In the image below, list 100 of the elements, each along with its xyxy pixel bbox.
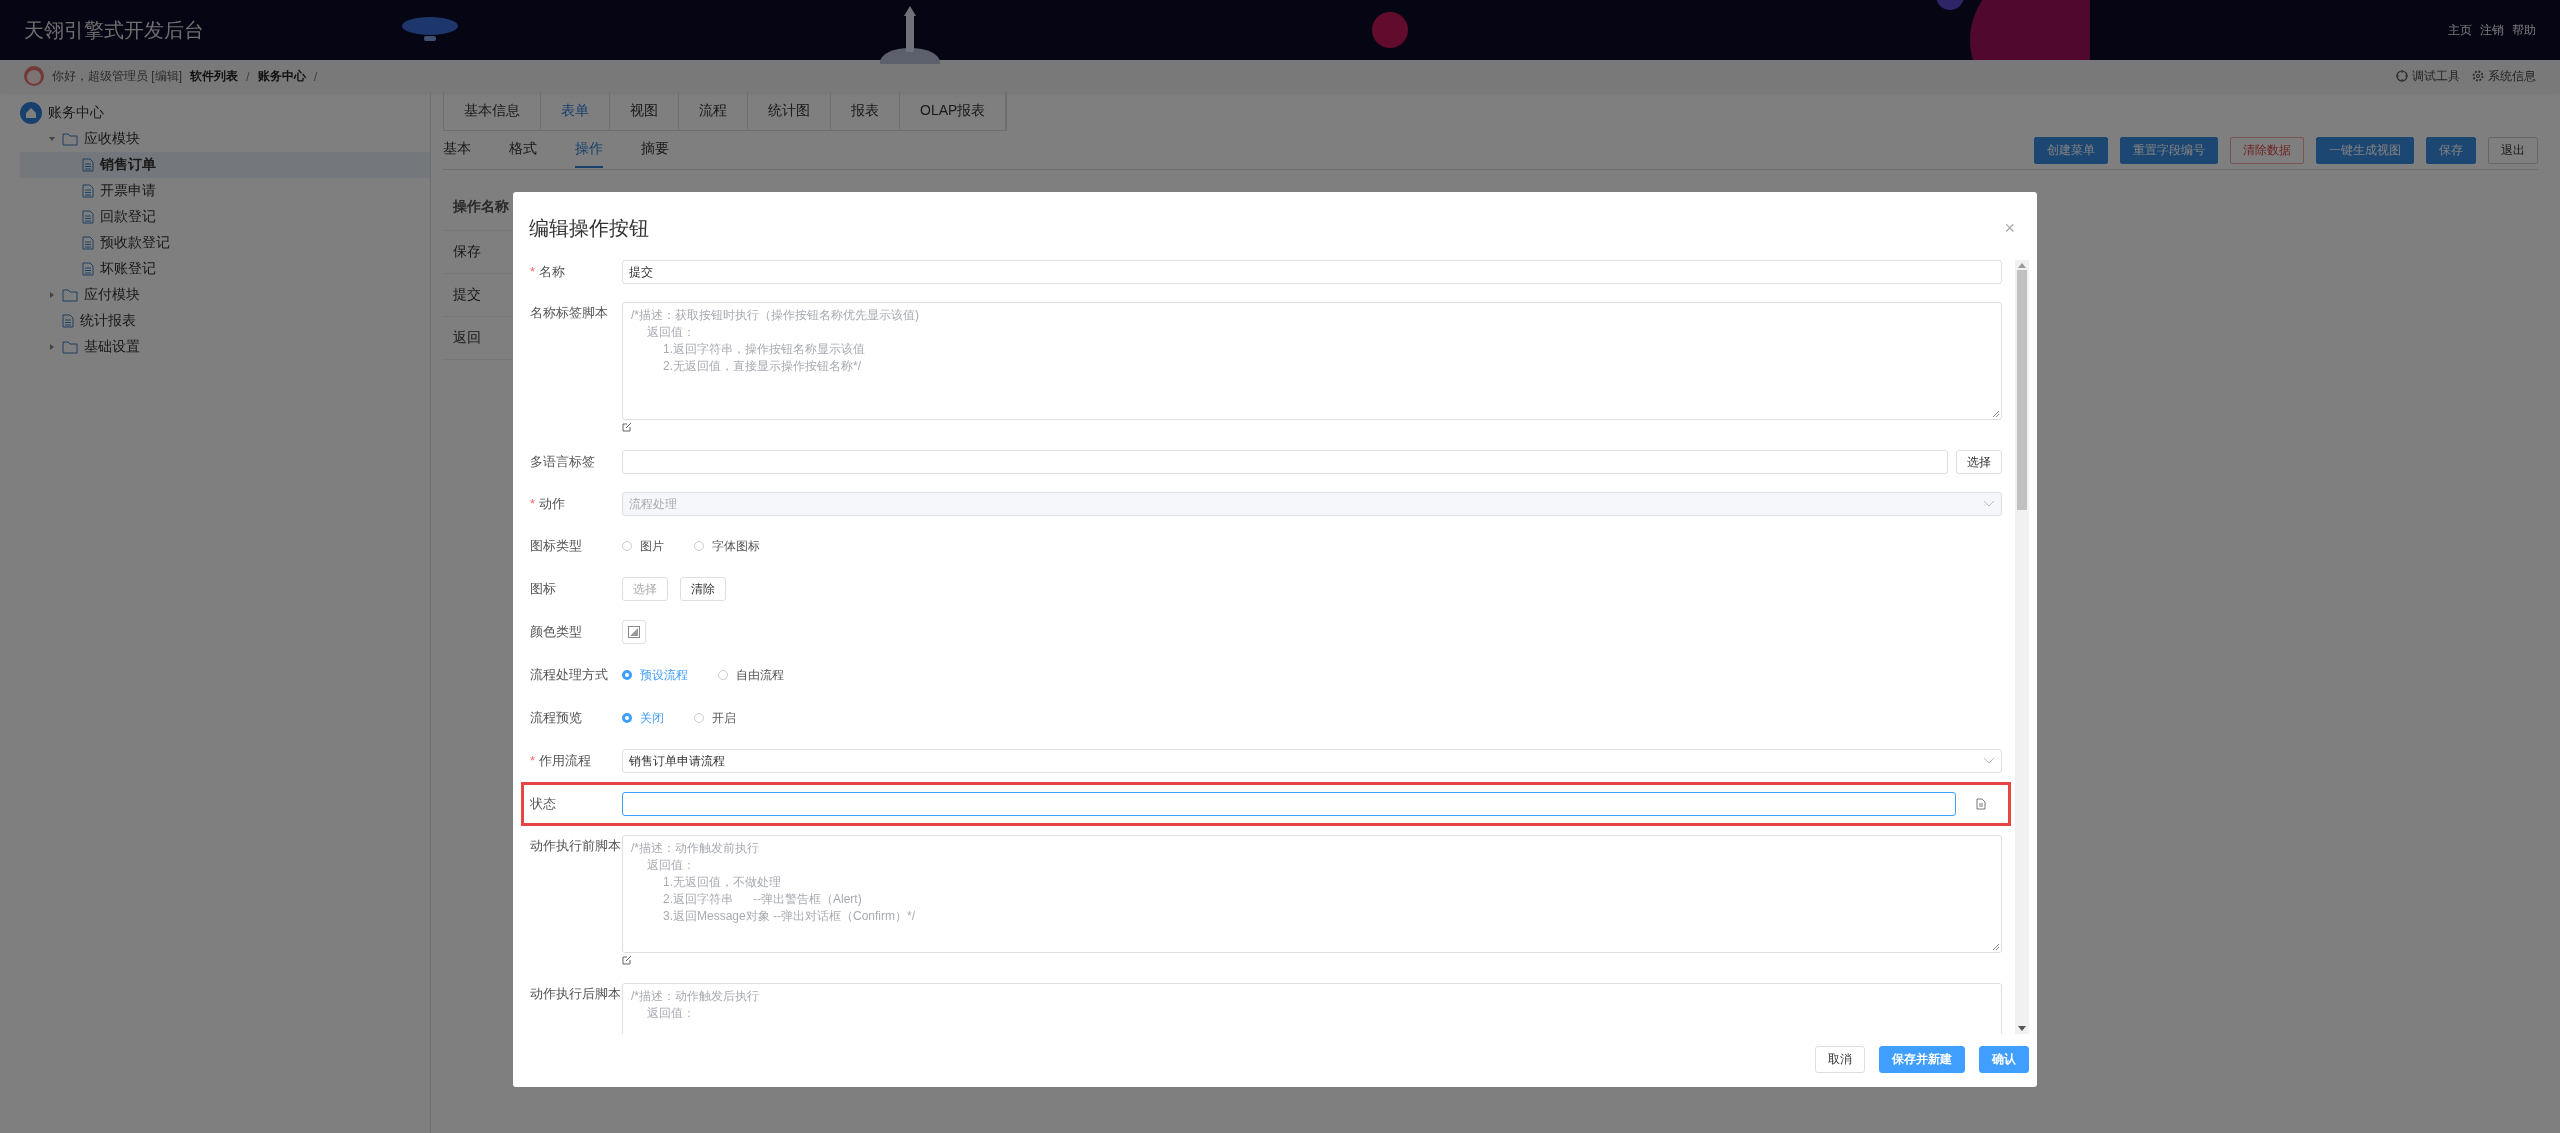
dialog-button[interactable]: 取消 xyxy=(1815,1046,1865,1073)
breadcrumb-separator: / xyxy=(246,68,250,84)
radio-option[interactable]: 自由流程 xyxy=(718,666,784,684)
tree-item[interactable]: 统计报表 xyxy=(20,308,430,334)
document-icon[interactable] xyxy=(1976,798,1986,810)
tree-item[interactable]: 预收款登记 xyxy=(20,230,430,256)
field-label: 动作执行后脚本 xyxy=(530,985,621,1003)
scroll-down-icon[interactable] xyxy=(2018,1026,2026,1032)
sub-tab[interactable]: 摘要 xyxy=(641,132,669,168)
lighthouse-drawing xyxy=(880,4,940,64)
placeholder-line: /*描述：获取按钮时执行（操作按钮名称优先显示该值) xyxy=(631,307,919,324)
field-label: 流程预览 xyxy=(530,709,582,727)
scrollbar[interactable] xyxy=(2015,260,2029,1034)
tree-item[interactable]: 开票申请 xyxy=(20,178,430,204)
scroll-thumb[interactable] xyxy=(2017,270,2027,510)
document-icon xyxy=(82,158,94,172)
tab[interactable]: 报表 xyxy=(831,92,900,130)
tree-item[interactable]: 销售订单 xyxy=(20,152,430,178)
field-label: 状态 xyxy=(530,795,556,813)
tab[interactable]: 统计图 xyxy=(748,92,831,130)
tab[interactable]: 基本信息 xyxy=(444,92,541,130)
select-field[interactable]: 销售订单申请流程 xyxy=(622,749,2002,773)
radio-option[interactable]: 开启 xyxy=(694,709,736,727)
placeholder-line: /*描述：动作触发后执行 xyxy=(631,988,759,1005)
dialog-button[interactable]: 确认 xyxy=(1979,1046,2029,1073)
sub-tab[interactable]: 格式 xyxy=(509,132,537,168)
caret-icon[interactable] xyxy=(48,291,56,299)
radio-option[interactable]: 图片 xyxy=(622,537,664,555)
script-field[interactable]: /*描述：动作触发前执行 返回值： 1.无返回值，不做处理 2.返回字符串 --弹出警告框（Alert) 3.返回Message对象 --弹出对话框（Confirm）*/ xyxy=(622,835,2002,953)
action-button[interactable]: 一键生成视图 xyxy=(2316,136,2414,164)
sub-tab[interactable]: 基本 xyxy=(443,132,471,168)
dialog-button[interactable]: 保存并新建 xyxy=(1879,1046,1965,1073)
header-link[interactable]: 注销 xyxy=(2480,21,2504,39)
placeholder-line: 1.无返回值，不做处理 xyxy=(663,874,781,891)
field-label: 多语言标签 xyxy=(530,453,595,471)
header-link[interactable]: 帮助 xyxy=(2512,21,2536,39)
edit-icon[interactable] xyxy=(622,422,632,432)
tab[interactable]: 视图 xyxy=(610,92,679,130)
action-button[interactable]: 退出 xyxy=(2488,136,2538,164)
tree-item[interactable]: 应付模块 xyxy=(20,282,430,308)
folder-icon xyxy=(62,288,78,302)
app-title: 天翎引擎式开发后台 xyxy=(24,17,204,43)
home-icon xyxy=(20,102,42,124)
action-button[interactable]: 保存 xyxy=(2426,136,2476,164)
header-link[interactable]: 主页 xyxy=(2448,21,2472,39)
tree-item[interactable]: 坏账登记 xyxy=(20,256,430,282)
tree-item[interactable]: 应收模块 xyxy=(20,126,430,152)
color-picker-button[interactable] xyxy=(622,620,646,644)
radio-option[interactable]: 关闭 xyxy=(622,709,664,727)
toolbar-link[interactable]: 调试工具 xyxy=(2396,67,2460,85)
breadcrumb-link[interactable]: 账务中心 xyxy=(257,67,306,85)
tab[interactable]: 表单 xyxy=(541,92,610,130)
input-field[interactable] xyxy=(622,792,1956,816)
toolbar-link[interactable]: 系统信息 xyxy=(2472,67,2536,85)
input-field[interactable]: 提交 xyxy=(622,260,2002,284)
greeting-text: 你好，超级管理员 [编辑] xyxy=(52,67,182,85)
resize-grip-icon[interactable] xyxy=(1993,944,1999,950)
settings-icon xyxy=(2472,70,2484,82)
scroll-up-icon[interactable] xyxy=(2018,262,2026,268)
script-field[interactable]: /*描述：获取按钮时执行（操作按钮名称优先显示该值) 返回值： 1.返回字符串，操作按钮名称显示该值 2.无返回值，直接显示操作按钮名称*/ xyxy=(622,302,2002,420)
tree-item[interactable]: 回款登记 xyxy=(20,204,430,230)
close-button[interactable]: × xyxy=(2000,217,2019,239)
field-label: 作用流程 xyxy=(539,752,592,770)
action-button[interactable]: 清除数据 xyxy=(2230,136,2304,164)
document-icon xyxy=(82,262,94,276)
tree-root-label[interactable]: 账务中心 xyxy=(48,104,104,122)
required-mark: * xyxy=(530,495,536,513)
icon-picker-button[interactable]: 清除 xyxy=(680,577,726,601)
select-button[interactable]: 选择 xyxy=(1956,450,2002,474)
placeholder-line: 2.返回字符串 --弹出警告框（Alert) xyxy=(663,891,862,908)
tab[interactable]: OLAP报表 xyxy=(900,92,1007,130)
field-label: 动作执行前脚本 xyxy=(530,837,621,855)
field-label: 动作 xyxy=(539,495,566,513)
tab[interactable]: 流程 xyxy=(679,92,748,130)
radio-option[interactable]: 预设流程 xyxy=(622,666,688,684)
caret-icon[interactable] xyxy=(48,135,56,143)
placeholder-line: 返回值： xyxy=(647,1005,695,1022)
field-label: 图标类型 xyxy=(530,537,582,555)
placeholder-line: 1.返回字符串，操作按钮名称显示该值 xyxy=(663,341,865,358)
action-button[interactable]: 创建菜单 xyxy=(2034,136,2108,164)
action-button[interactable]: 重置字段编号 xyxy=(2120,136,2218,164)
placeholder-line: 返回值： xyxy=(647,857,695,874)
placeholder-line: 2.无返回值，直接显示操作按钮名称*/ xyxy=(663,358,861,375)
resize-grip-icon[interactable] xyxy=(1993,411,1999,417)
caret-icon[interactable] xyxy=(48,343,56,351)
breadcrumb-link[interactable]: 软件列表 xyxy=(190,67,238,85)
edit-icon[interactable] xyxy=(622,955,632,965)
breadcrumb-separator: / xyxy=(313,68,318,84)
required-mark: * xyxy=(530,752,536,770)
sub-tab[interactable]: 操作 xyxy=(575,132,603,168)
folder-icon xyxy=(62,340,78,354)
placeholder-line: /*描述：动作触发前执行 xyxy=(631,840,759,857)
field-label: 颜色类型 xyxy=(530,623,582,641)
radio-option[interactable]: 字体图标 xyxy=(694,537,760,555)
avatar-icon xyxy=(24,66,44,86)
document-icon xyxy=(82,184,94,198)
tree-item[interactable]: 基础设置 xyxy=(20,334,430,360)
chevron-down-icon xyxy=(1983,500,1995,508)
folder-icon xyxy=(62,132,78,146)
placeholder-line: 3.返回Message对象 --弹出对话框（Confirm）*/ xyxy=(663,908,916,925)
